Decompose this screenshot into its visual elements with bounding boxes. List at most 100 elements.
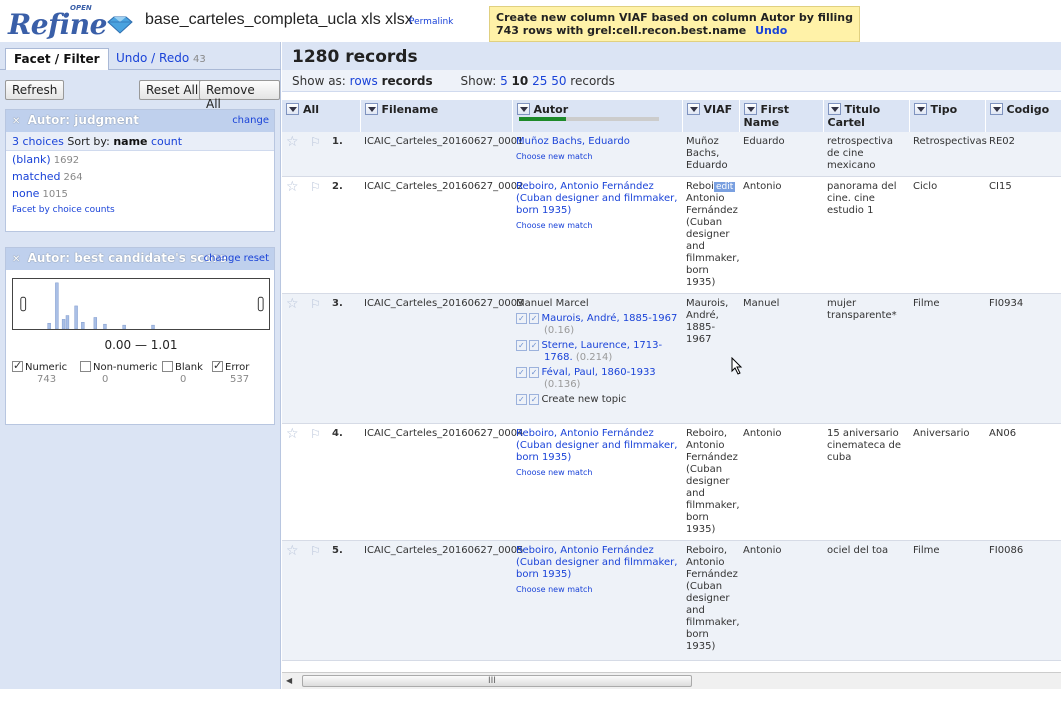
cell-titulo[interactable]: panorama del cine. cine estudio 1: [823, 176, 910, 294]
cell-codigo[interactable]: AN06: [985, 423, 1061, 541]
create-new-topic-label[interactable]: Create new topic: [541, 394, 626, 405]
cell-viaf[interactable]: Reboi edit Antonio Fernández (Cuban desig…: [682, 176, 743, 375]
column-header-titulo-cartel[interactable]: Titulo Cartel: [823, 100, 910, 132]
choose-new-match-link[interactable]: Choose new match: [516, 584, 678, 596]
column-menu-icon[interactable]: [743, 103, 757, 115]
blank-checkbox[interactable]: Blank 0: [162, 361, 203, 385]
cell-filename[interactable]: ICAIC_Carteles_20160627_0005: [360, 540, 524, 661]
project-name[interactable]: base_carteles_completa_ucla xls xlsx: [145, 11, 413, 29]
match-check-icon[interactable]: ✓: [516, 367, 527, 378]
close-facet-icon[interactable]: ✕: [12, 254, 20, 265]
cell-codigo[interactable]: FI0086: [985, 540, 1061, 661]
flag-icon[interactable]: ⚐: [310, 544, 321, 558]
column-header-all[interactable]: All: [282, 100, 361, 132]
star-icon[interactable]: ☆: [286, 426, 299, 442]
non-numeric-checkbox[interactable]: Non-numeric 0: [80, 361, 158, 385]
cell-tipo[interactable]: Filme: [909, 540, 986, 661]
page-size-50-link[interactable]: 50: [551, 74, 566, 88]
cell-autor[interactable]: Reboiro, Antonio Fernández (Cuban design…: [512, 423, 683, 541]
star-icon[interactable]: ☆: [286, 134, 299, 150]
choices-count-link[interactable]: 3 choices: [12, 135, 64, 148]
facet-choice[interactable]: (blank) 1692: [6, 151, 274, 168]
column-menu-icon[interactable]: [989, 103, 1003, 115]
match-similar-icon[interactable]: ✓: [528, 340, 540, 351]
column-menu-icon[interactable]: [286, 103, 299, 115]
column-header-codigo[interactable]: Codigo: [985, 100, 1061, 132]
column-header-tipo[interactable]: Tipo: [909, 100, 986, 132]
cell-tipo[interactable]: Filme: [909, 293, 986, 424]
tab-undo-redo[interactable]: Undo / Redo 43: [108, 48, 214, 70]
cell-viaf[interactable]: Reboiro, Antonio Fernández (Cuban design…: [682, 423, 740, 541]
permalink-link[interactable]: Permalink: [409, 17, 453, 27]
cell-titulo[interactable]: 15 aniversario cinemateca de cuba: [823, 423, 910, 541]
matched-entity-link[interactable]: Reboiro, Antonio Fernández (Cuban design…: [516, 545, 677, 580]
cell-autor[interactable]: Manuel Marcel ✓ ✓ Maurois, André, 1885-196…: [512, 293, 683, 424]
cell-autor[interactable]: Muñoz Bachs, Eduardo Choose new match: [512, 132, 683, 177]
match-check-icon[interactable]: ✓: [516, 313, 527, 324]
choice-label[interactable]: none: [12, 187, 39, 200]
choice-label[interactable]: (blank): [12, 153, 51, 166]
cell-codigo[interactable]: CI15: [985, 176, 1061, 294]
candidate-name[interactable]: Maurois, André, 1885-1967: [541, 313, 677, 324]
star-icon[interactable]: ☆: [286, 543, 299, 559]
cell-tipo[interactable]: Retrospectivas: [909, 132, 987, 177]
scrollbar-thumb[interactable]: III: [302, 675, 692, 687]
column-header-autor[interactable]: Autor: [512, 100, 683, 132]
facet-reset-link[interactable]: reset: [244, 253, 269, 264]
choose-new-match-link[interactable]: Choose new match: [516, 151, 678, 163]
openrefine-logo[interactable]: OPEN Refine: [8, 2, 143, 41]
column-header-first-name[interactable]: First Name: [739, 100, 824, 132]
cell-filename[interactable]: ICAIC_Carteles_20160627_0003: [360, 293, 524, 424]
column-menu-icon[interactable]: [516, 103, 530, 115]
cell-titulo[interactable]: mujer transparente*: [823, 293, 910, 424]
facet-change-link[interactable]: change: [204, 253, 241, 264]
column-menu-icon[interactable]: [364, 103, 378, 115]
undo-link[interactable]: Undo: [755, 24, 787, 37]
match-similar-icon[interactable]: ✓: [528, 313, 540, 324]
matched-entity-link[interactable]: Reboiro, Antonio Fernández (Cuban design…: [516, 428, 677, 463]
create-new-topic-item[interactable]: ✓ ✓ Create new topic: [516, 394, 678, 406]
match-similar-icon[interactable]: ✓: [528, 367, 540, 378]
cell-tipo[interactable]: Aniversario: [909, 423, 986, 541]
flag-icon[interactable]: ⚐: [310, 427, 321, 441]
cell-autor[interactable]: Reboiro, Antonio Fernández (Cuban design…: [512, 176, 683, 294]
cell-viaf[interactable]: Reboiro, Antonio Fernández (Cuban design…: [682, 540, 740, 661]
facet-by-choice-counts-link[interactable]: Facet by choice counts: [12, 205, 115, 215]
sort-by-count-link[interactable]: count: [151, 135, 182, 148]
flag-icon[interactable]: ⚐: [310, 135, 321, 149]
star-icon[interactable]: ☆: [286, 179, 299, 195]
cell-titulo[interactable]: retrospectiva de cine mexicano: [823, 132, 910, 177]
tab-facet-filter[interactable]: Facet / Filter: [5, 48, 109, 70]
cell-first-name[interactable]: Antonio: [739, 540, 824, 661]
matched-entity-link[interactable]: Muñoz Bachs, Eduardo: [516, 136, 630, 147]
numeric-checkbox[interactable]: Numeric 743: [12, 359, 67, 385]
scroll-left-icon[interactable]: ◀: [286, 676, 292, 685]
cell-filename[interactable]: ICAIC_Carteles_20160627_0002: [360, 176, 524, 294]
refresh-button[interactable]: Refresh: [5, 80, 65, 100]
candidate-item[interactable]: ✓ ✓ Maurois, André, 1885-1967 (0.16): [516, 313, 678, 337]
match-check-icon[interactable]: ✓: [516, 394, 527, 405]
horizontal-scrollbar[interactable]: ◀ III: [282, 672, 1061, 689]
cell-filename[interactable]: ICAIC_Carteles_20160627_0001: [360, 132, 524, 177]
cell-first-name[interactable]: Eduardo: [739, 132, 824, 177]
facet-change-link[interactable]: change: [232, 115, 269, 126]
column-menu-icon[interactable]: [913, 103, 927, 115]
reset-all-button[interactable]: Reset All: [139, 80, 206, 100]
cell-tipo[interactable]: Ciclo: [909, 176, 986, 294]
flag-icon[interactable]: ⚐: [310, 297, 321, 311]
choose-new-match-link[interactable]: Choose new match: [516, 220, 678, 232]
cell-first-name[interactable]: Manuel: [739, 293, 824, 424]
checkbox-checked-icon[interactable]: [212, 359, 223, 372]
checkbox-checked-icon[interactable]: [12, 359, 23, 372]
column-menu-icon[interactable]: [827, 103, 841, 115]
match-similar-icon[interactable]: ✓: [528, 394, 540, 405]
column-header-viaf[interactable]: VIAF: [682, 100, 740, 132]
choose-new-match-link[interactable]: Choose new match: [516, 467, 678, 479]
cell-first-name[interactable]: Antonio: [739, 423, 824, 541]
checkbox-unchecked-icon[interactable]: [80, 361, 91, 372]
match-check-icon[interactable]: ✓: [516, 340, 527, 351]
show-as-rows-link[interactable]: rows: [350, 74, 378, 88]
column-menu-icon[interactable]: [686, 103, 700, 115]
checkbox-unchecked-icon[interactable]: [162, 361, 173, 372]
facet-choice[interactable]: matched 264: [6, 168, 274, 185]
